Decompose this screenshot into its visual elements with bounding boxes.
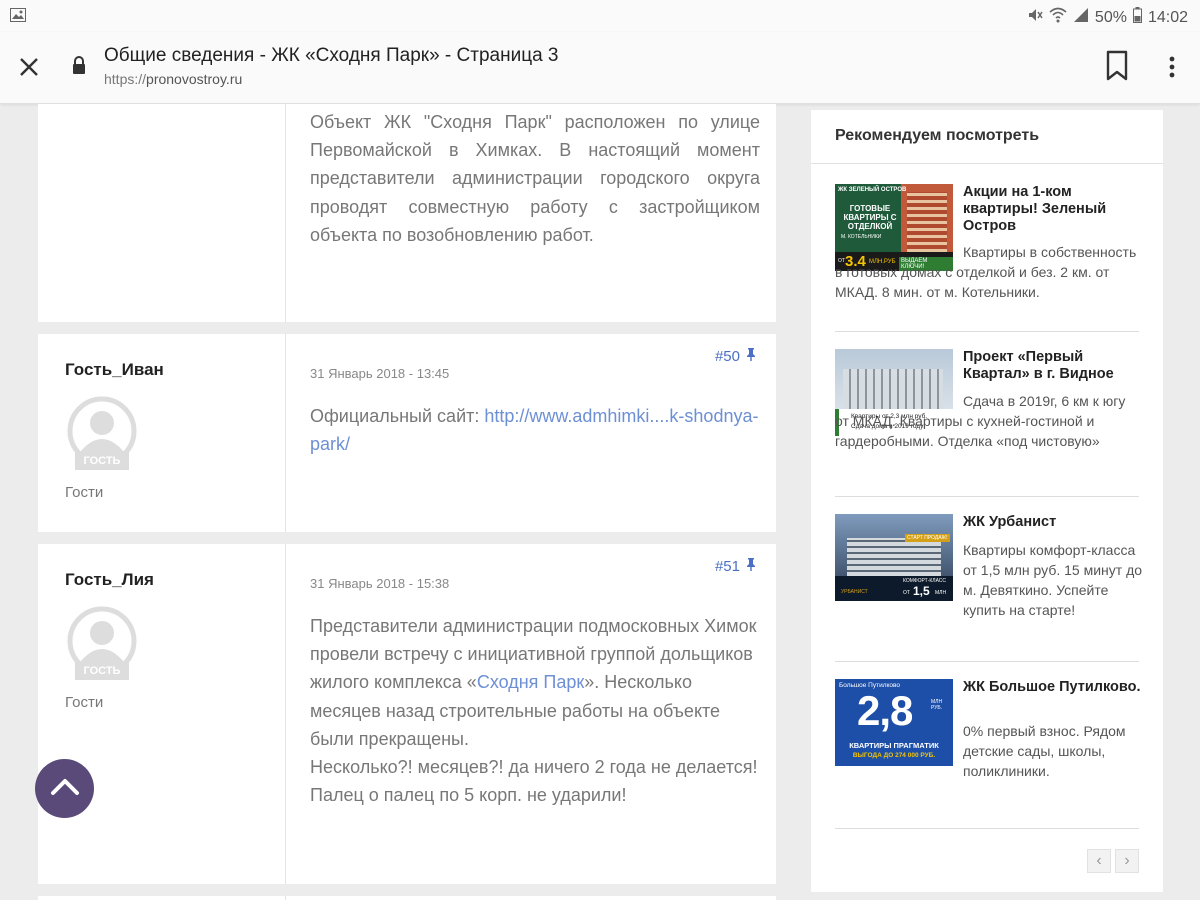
pager-next-button[interactable]: › bbox=[1115, 849, 1139, 873]
post-text: Официальный сайт: bbox=[310, 406, 485, 426]
ad-price-banner: УРБАНИСТ КОМФОРТ-КЛАСС ОТ 1,5 МЛН bbox=[835, 576, 953, 601]
post-text: Несколько?! месяцев?! да ничего 2 года н… bbox=[310, 757, 758, 806]
mute-icon bbox=[1027, 7, 1043, 28]
avatar[interactable]: ГОСТЬ bbox=[67, 606, 137, 686]
recommendation-text: 0% первый взнос. Рядом детские сады, шко… bbox=[963, 723, 1126, 779]
post-link[interactable]: Сходня Парк bbox=[477, 672, 584, 692]
ad-badge: СТАРТ ПРОДАЖ! bbox=[905, 534, 950, 542]
post-date: 31 Январь 2018 - 13:45 bbox=[310, 366, 450, 381]
recommendation-text: Сдача в 2019г, 6 км к югу от МКАД. Кварт… bbox=[835, 393, 1126, 449]
avatar-label: ГОСТЬ bbox=[83, 665, 121, 677]
forum-post: Гость_Иван ГОСТЬ Гости 31 Январь 2018 - … bbox=[38, 334, 776, 532]
pin-icon bbox=[746, 558, 756, 575]
browser-toolbar: Общие сведения - ЖК «Сходня Парк» - Стра… bbox=[0, 32, 1200, 104]
recommendation-title[interactable]: ЖК Большое Путилково. bbox=[963, 679, 1143, 696]
recommendation-title[interactable]: ЖК Урбанист bbox=[963, 514, 1143, 531]
ad-line: КВАРТИРЫ ПРАГМАТИК bbox=[849, 741, 939, 750]
author-group: Гости bbox=[65, 694, 104, 711]
avatar-label: ГОСТЬ bbox=[83, 455, 121, 467]
battery-level: 50% bbox=[1094, 8, 1127, 26]
ad-brand: УРБАНИСТ bbox=[841, 589, 868, 595]
recommendation-text: Квартиры в собственность в готовых домах… bbox=[835, 244, 1137, 300]
divider bbox=[835, 661, 1139, 662]
author-name[interactable]: Гость_Лия bbox=[65, 570, 154, 590]
forum-post: Объект ЖК "Сходня Парк" расположен по ул… bbox=[38, 104, 776, 322]
sidebar-pager: ‹ › bbox=[1087, 849, 1139, 873]
post-number-label[interactable]: #51 bbox=[715, 558, 740, 575]
forum-post bbox=[38, 896, 776, 900]
ad-from: ОТ bbox=[903, 590, 910, 596]
recommendation-item[interactable]: Большое Путилково 2,8 МЛН РУБ. КВАРТИРЫ … bbox=[835, 679, 1140, 829]
divider bbox=[835, 828, 1139, 829]
building-illustration bbox=[847, 538, 941, 576]
ad-price: 1,5 bbox=[913, 584, 930, 598]
clock: 14:02 bbox=[1147, 8, 1188, 26]
recommendations-sidebar: Рекомендуем посмотреть ЖК ЗЕЛЕНЫЙ ОСТРОВ… bbox=[811, 110, 1163, 892]
ad-caption: ЖК ЗЕЛЕНЫЙ ОСТРОВ bbox=[838, 187, 907, 193]
author-group: Гости bbox=[65, 484, 104, 501]
recommendation-item[interactable]: Квартиры от 2,3 млн руб. Сдача дома в 20… bbox=[835, 349, 1139, 497]
page-title: Общие сведения - ЖК «Сходня Парк» - Стра… bbox=[104, 45, 559, 66]
post-body: Официальный сайт: http://www.admhimki...… bbox=[310, 402, 760, 458]
signal-icon bbox=[1073, 7, 1089, 28]
recommendation-item[interactable]: ЖК ЗЕЛЕНЫЙ ОСТРОВ ГОТОВЫЕ КВАРТИРЫ С ОТД… bbox=[835, 184, 1139, 332]
divider bbox=[835, 496, 1139, 497]
pin-icon bbox=[746, 348, 756, 365]
ad-headline: ГОТОВЫЕ КВАРТИРЫ С ОТДЕЛКОЙ bbox=[843, 204, 897, 231]
post-author-column: Гость_Иван ГОСТЬ Гости bbox=[38, 334, 286, 532]
close-icon[interactable] bbox=[16, 54, 42, 80]
recommendation-title[interactable]: Акции на 1-ком квартиры! Зеленый Остров bbox=[963, 184, 1143, 235]
post-body: Объект ЖК "Сходня Парк" расположен по ул… bbox=[310, 112, 760, 245]
recommendation-image[interactable]: Большое Путилково 2,8 МЛН РУБ. КВАРТИРЫ … bbox=[835, 679, 953, 766]
post-body: Представители администрации подмосковных… bbox=[310, 612, 760, 809]
image-notification-icon bbox=[10, 8, 26, 27]
forum-post: Гость_Лия ГОСТЬ Гости 31 Январь 2018 - 1… bbox=[38, 544, 776, 884]
post-author-column bbox=[38, 896, 286, 900]
author-name[interactable]: Гость_Иван bbox=[65, 360, 164, 380]
ad-big-unit: МЛН РУБ. bbox=[931, 699, 943, 711]
recommendation-item[interactable]: СТАРТ ПРОДАЖ! УРБАНИСТ КОМФОРТ-КЛАСС ОТ … bbox=[835, 514, 1142, 662]
url-scheme: https:// bbox=[104, 71, 147, 87]
scroll-to-top-button[interactable] bbox=[35, 759, 94, 818]
wifi-icon bbox=[1049, 7, 1067, 28]
ad-big-number: 2,8 bbox=[857, 687, 913, 734]
post-number[interactable]: #50 bbox=[715, 348, 756, 365]
post-number[interactable]: #51 bbox=[715, 558, 756, 575]
recommendation-title[interactable]: Проект «Первый Квартал» в г. Видное bbox=[963, 349, 1143, 383]
page-url[interactable]: https://pronovostroy.ru bbox=[104, 71, 242, 87]
post-author-column: Гость_Лия ГОСТЬ Гости bbox=[38, 544, 286, 884]
recommendation-text: Квартиры комфорт-класса от 1,5 млн руб. … bbox=[963, 542, 1143, 618]
post-number-label[interactable]: #50 bbox=[715, 348, 740, 365]
divider bbox=[835, 331, 1139, 332]
recommendation-image[interactable]: СТАРТ ПРОДАЖ! УРБАНИСТ КОМФОРТ-КЛАСС ОТ … bbox=[835, 514, 953, 601]
more-options-icon[interactable] bbox=[1160, 52, 1184, 82]
battery-icon bbox=[1132, 7, 1142, 28]
post-date: 31 Январь 2018 - 15:38 bbox=[310, 576, 450, 591]
status-bar: 50% 14:02 bbox=[0, 0, 1200, 32]
ad-unit: МЛН bbox=[935, 590, 947, 596]
avatar[interactable]: ГОСТЬ bbox=[67, 396, 137, 476]
post-author-column bbox=[38, 104, 286, 322]
chevron-up-icon bbox=[50, 776, 80, 801]
url-host: pronovostroy.ru bbox=[146, 71, 243, 87]
divider bbox=[811, 163, 1163, 164]
ad-metro: М. КОТЕЛЬНИКИ bbox=[841, 234, 882, 240]
lock-icon bbox=[72, 56, 86, 74]
ad-line: ВЫГОДА ДО 274 000 РУБ. bbox=[852, 752, 936, 759]
bookmark-icon[interactable] bbox=[1104, 50, 1132, 82]
sidebar-title: Рекомендуем посмотреть bbox=[835, 127, 1040, 144]
pager-prev-button[interactable]: ‹ bbox=[1087, 849, 1111, 873]
